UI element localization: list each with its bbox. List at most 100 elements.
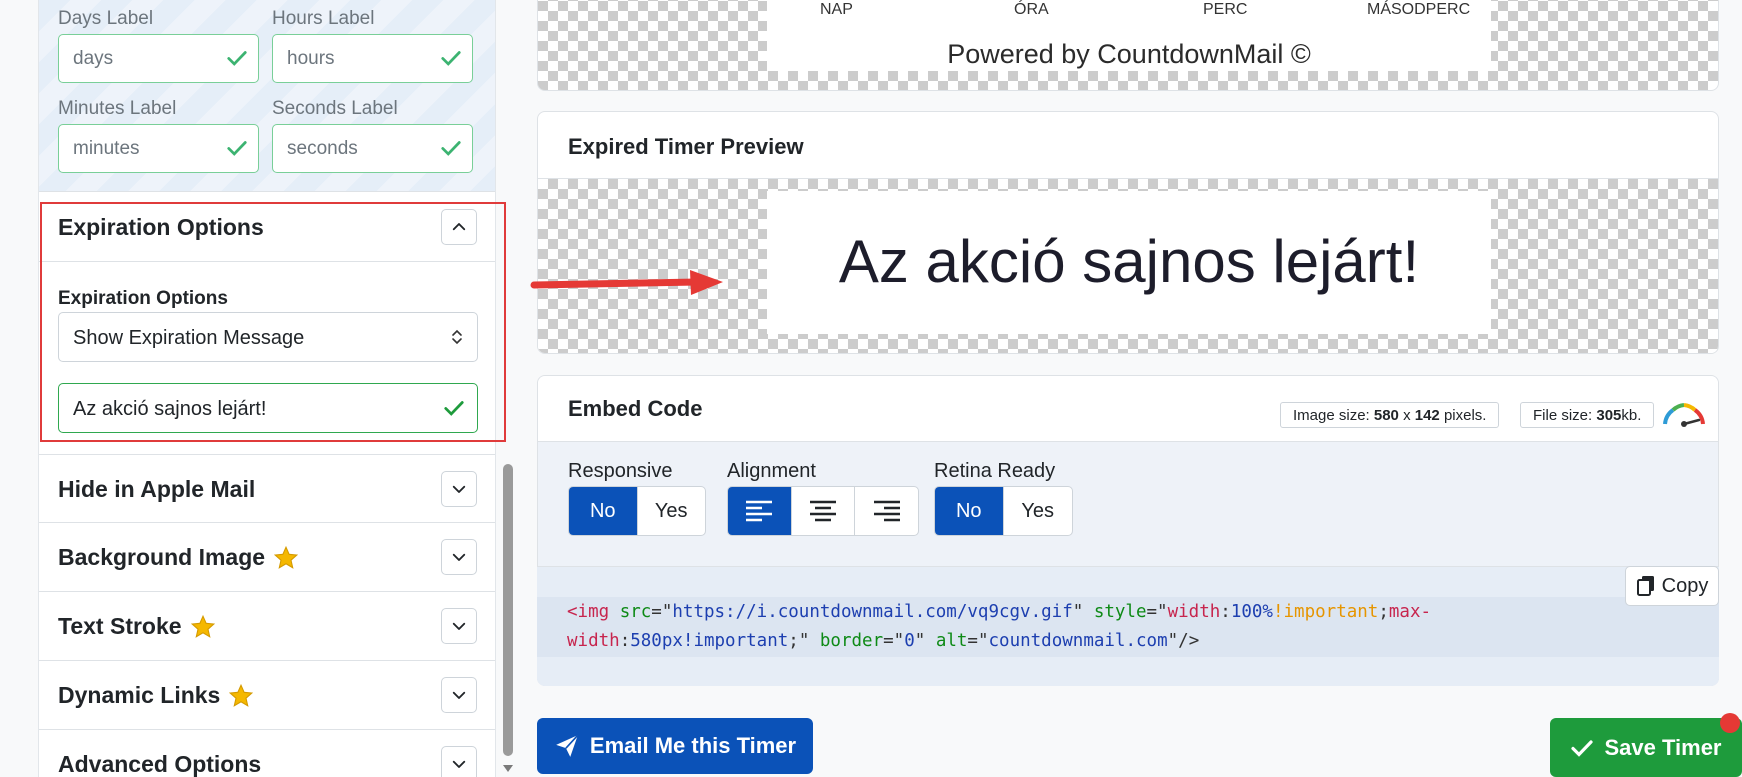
embed-code-line-2: width:580px!important;" border="0" alt="… — [567, 631, 1200, 651]
seconds-label-input[interactable]: seconds — [272, 124, 473, 173]
chevron-down-icon — [452, 553, 466, 561]
collapse-expiration-button[interactable] — [441, 209, 477, 245]
expiration-options-header[interactable]: Expiration Options — [39, 192, 495, 262]
image-size-badge: Image size: 580 x 142 pixels. — [1280, 402, 1500, 428]
check-icon — [441, 51, 461, 66]
expiration-message-input[interactable]: Az akció sajnos lejárt! — [58, 383, 478, 433]
seconds-label-value: seconds — [287, 138, 358, 159]
select-arrows-icon — [452, 329, 462, 345]
expand-section-button[interactable] — [441, 677, 477, 713]
unit-days: NAP — [820, 1, 853, 18]
section-title: Dynamic Links — [58, 682, 254, 709]
notification-dot — [1720, 713, 1740, 733]
settings-panel: Days Label Hours Label days hours Minute… — [38, 0, 496, 777]
days-label-value: days — [73, 48, 114, 69]
responsive-yes-button[interactable]: Yes — [638, 487, 706, 535]
hours-label-value: hours — [287, 48, 335, 69]
expiration-message-value: Az akció sajnos lejárt! — [73, 398, 267, 420]
section-title: Background Image — [58, 544, 299, 571]
speed-gauge-icon — [1663, 403, 1705, 427]
embed-code-block[interactable]: <img src="https://i.countdownmail.com/vq… — [537, 566, 1719, 686]
section-title: Advanced Options — [58, 751, 262, 777]
retina-ready-label: Retina Ready — [934, 460, 1056, 482]
section-background-image[interactable]: Background Image — [39, 523, 495, 592]
annotation-arrow-icon — [530, 270, 723, 295]
chevron-down-icon — [452, 622, 466, 630]
embed-code-line-1: <img src="https://i.countdownmail.com/vq… — [567, 602, 1432, 622]
section-hide-in-apple-mail[interactable]: Hide in Apple Mail — [39, 454, 495, 523]
align-center-button[interactable] — [792, 487, 856, 535]
expiration-selected-option: Show Expiration Message — [73, 327, 305, 349]
alignment-label: Alignment — [727, 460, 816, 482]
copy-label: Copy — [1661, 574, 1709, 597]
save-button-label: Save Timer — [1604, 734, 1722, 760]
section-title: Text Stroke — [58, 613, 216, 640]
expired-preview-image: Az akció sajnos lejárt! — [767, 191, 1491, 334]
paper-plane-icon — [556, 734, 579, 757]
minutes-label-caption: Minutes Label — [58, 98, 177, 119]
expand-section-button[interactable] — [441, 746, 477, 777]
expiration-options-field-label: Expiration Options — [58, 288, 228, 309]
expiration-options-select[interactable]: Show Expiration Message — [58, 312, 478, 362]
unit-hours: ÓRA — [1014, 1, 1049, 18]
hours-label-caption: Hours Label — [272, 8, 375, 29]
chevron-up-icon — [452, 223, 466, 231]
align-left-button[interactable] — [728, 487, 792, 535]
expired-preview-canvas: Az akció sajnos lejárt! — [538, 178, 1718, 353]
copy-icon — [1636, 576, 1654, 596]
align-right-icon — [873, 500, 900, 522]
responsive-label: Responsive — [568, 460, 673, 482]
powered-by-text: Powered by CountdownMail © — [947, 39, 1311, 69]
retina-no-button[interactable]: No — [935, 487, 1004, 535]
star-icon — [229, 683, 254, 707]
file-size-badge: File size: 305kb. — [1520, 402, 1655, 428]
unit-labels-block: Days Label Hours Label days hours Minute… — [39, 0, 495, 192]
embed-card-header: Embed Code Image size: 580 x 142 pixels.… — [538, 376, 1718, 442]
timer-preview-image: NAP ÓRA PERC MÁSODPERC Powered by Countd… — [767, 0, 1491, 71]
star-icon — [273, 545, 299, 569]
expired-message-text: Az akció sajnos lejárt! — [838, 228, 1420, 295]
minutes-label-input[interactable]: minutes — [58, 124, 259, 173]
timer-preview-card: NAP ÓRA PERC MÁSODPERC Powered by Countd… — [537, 0, 1719, 91]
chevron-down-icon — [452, 691, 466, 699]
minutes-label-value: minutes — [73, 138, 140, 159]
expired-timer-preview-card: Expired Timer Preview Az akció sajnos le… — [537, 111, 1719, 354]
save-timer-button[interactable]: Save Timer — [1550, 718, 1742, 777]
check-icon — [227, 141, 247, 156]
days-label-input[interactable]: days — [58, 34, 259, 83]
unit-minutes: PERC — [1203, 1, 1248, 18]
email-button-label: Email Me this Timer — [589, 733, 797, 758]
check-icon — [227, 51, 247, 66]
scroll-down-arrow-icon[interactable] — [502, 763, 514, 773]
expand-section-button[interactable] — [441, 471, 477, 507]
email-me-timer-button[interactable]: Email Me this Timer — [537, 718, 813, 774]
star-icon — [190, 614, 215, 638]
hours-label-input[interactable]: hours — [272, 34, 473, 83]
alignment-toggle — [727, 486, 919, 536]
days-label-caption: Days Label — [58, 8, 154, 29]
expiration-options-title: Expiration Options — [58, 214, 264, 240]
section-title: Hide in Apple Mail — [58, 476, 256, 502]
align-right-button[interactable] — [855, 487, 918, 535]
align-left-icon — [746, 500, 773, 522]
section-dynamic-links[interactable]: Dynamic Links — [39, 661, 495, 730]
retina-yes-button[interactable]: Yes — [1004, 487, 1073, 535]
chevron-down-icon — [452, 760, 466, 768]
seconds-label-caption: Seconds Label — [272, 98, 398, 119]
expand-section-button[interactable] — [441, 608, 477, 644]
embed-code-title: Embed Code — [568, 396, 703, 421]
align-center-icon — [810, 500, 836, 522]
sidebar-scrollbar-thumb[interactable] — [503, 464, 513, 756]
checkmark-icon — [1571, 739, 1594, 757]
copy-code-button[interactable]: Copy — [1625, 566, 1719, 606]
responsive-no-button[interactable]: No — [569, 487, 638, 535]
chevron-down-icon — [452, 485, 466, 493]
section-text-stroke[interactable]: Text Stroke — [39, 592, 495, 661]
unit-seconds: MÁSODPERC — [1367, 1, 1471, 18]
section-advanced-options[interactable]: Advanced Options — [39, 730, 495, 777]
check-icon — [441, 141, 461, 156]
expand-section-button[interactable] — [441, 539, 477, 575]
expired-preview-title: Expired Timer Preview — [568, 134, 804, 159]
retina-ready-toggle: No Yes — [934, 486, 1073, 536]
check-icon — [444, 401, 464, 416]
